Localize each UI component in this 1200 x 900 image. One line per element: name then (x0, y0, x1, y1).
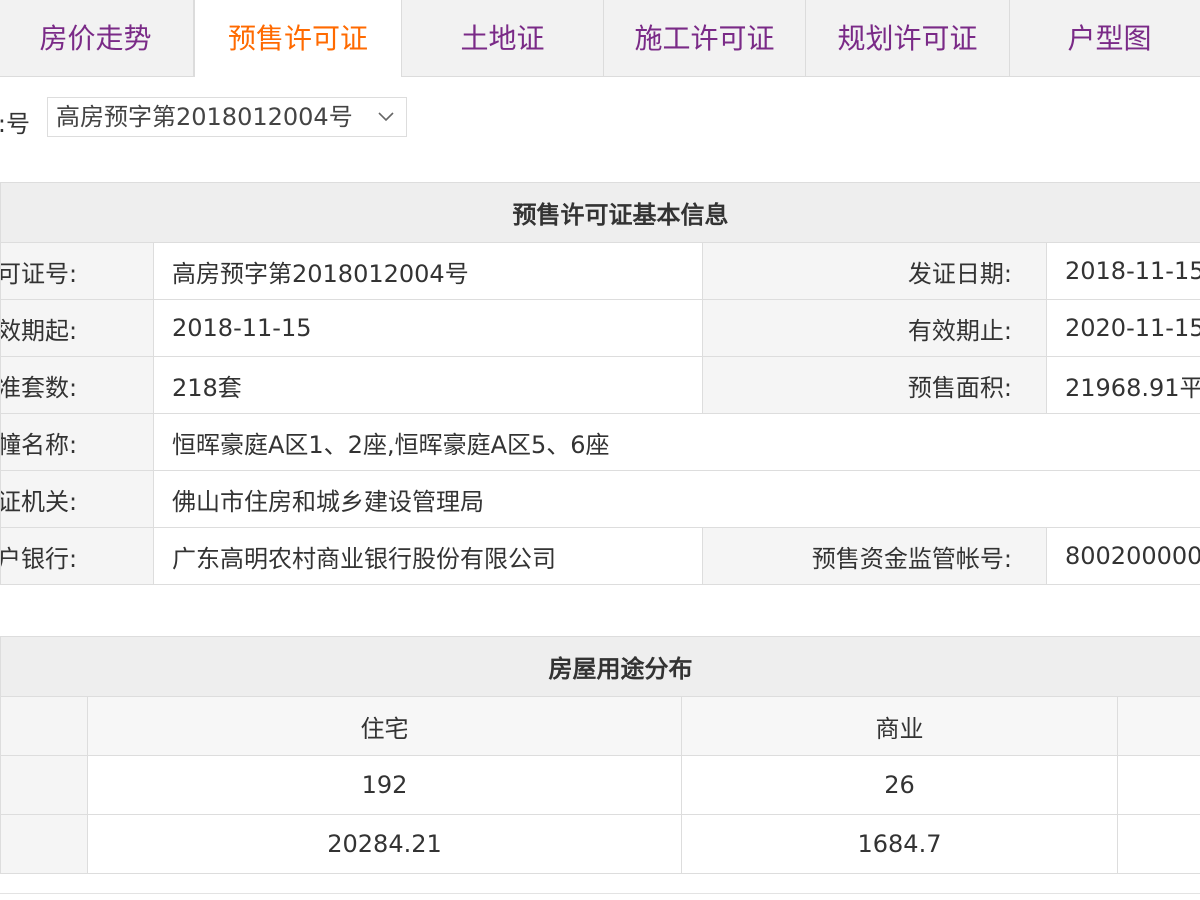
column-header-extra (1117, 696, 1200, 756)
residential-count: 192 (87, 755, 682, 815)
approved-units-label: 批准套数: (0, 356, 154, 414)
account-label: 预售资金监管帐号: (702, 527, 1047, 585)
table-row: 许可证号: 高房预字第2018012004号 发证日期: 2018-11-15 (0, 242, 1200, 300)
permit-select-value: 高房预字第2018012004号 (56, 103, 353, 131)
table-row: 售幢名称: 恒晖豪庭A区1、2座,恒晖豪庭A区5、6座 (0, 413, 1200, 471)
authority-value: 佛山市住房和城乡建设管理局 (153, 470, 1200, 528)
authority-label: 发证机关: (0, 470, 154, 528)
bank-value: 广东高明农村商业银行股份有限公司 (153, 527, 703, 585)
approved-units-value: 218套 (153, 356, 703, 414)
table-row: 开户银行: 广东高明农村商业银行股份有限公司 预售资金监管帐号: 8002000… (0, 527, 1200, 585)
valid-from-label: 有效期起: (0, 299, 154, 357)
column-header-commercial: 商业 (681, 696, 1118, 756)
permit-no-label: 许可证号: (0, 242, 154, 300)
tab-bar: 房价走势 预售许可证 土地证 施工许可证 规划许可证 户型图 (0, 0, 1200, 77)
table-row: 发证机关: 佛山市住房和城乡建设管理局 (0, 470, 1200, 528)
permit-no-value: 高房预字第2018012004号 (153, 242, 703, 300)
row-header (0, 696, 88, 756)
residential-area: 20284.21 (87, 814, 682, 874)
issue-date-label: 发证日期: (702, 242, 1047, 300)
housing-usage-table: 房屋用途分布 住宅 商业 192 26 20284.21 1684.7 (0, 636, 1200, 874)
tab-presale-permit[interactable]: 预售许可证 (194, 0, 402, 77)
buildings-label: 售幢名称: (0, 413, 154, 471)
commercial-area: 1684.7 (681, 814, 1118, 874)
buildings-value: 恒晖豪庭A区1、2座,恒晖豪庭A区5、6座 (153, 413, 1200, 471)
table-row: 192 26 (0, 755, 1200, 815)
presale-basic-info-table: 预售许可证基本信息 许可证号: 高房预字第2018012004号 发证日期: 2… (0, 182, 1200, 585)
column-header-residential: 住宅 (87, 696, 682, 756)
chevron-down-icon[interactable] (376, 98, 396, 148)
divider (0, 893, 1200, 894)
table-row: 批准套数: 218套 预售面积: 21968.91平 (0, 356, 1200, 414)
usage-title: 房屋用途分布 (0, 636, 1200, 697)
table-row: 有效期起: 2018-11-15 有效期止: 2020-11-15 (0, 299, 1200, 357)
basic-info-title: 预售许可证基本信息 (0, 182, 1200, 243)
extra-cell (1117, 755, 1200, 815)
tab-planning-permit[interactable]: 规划许可证 (806, 0, 1010, 76)
tab-floor-plan[interactable]: 户型图 (1010, 0, 1200, 76)
extra-cell (1117, 814, 1200, 874)
permit-number-select[interactable]: 高房预字第2018012004号 (47, 97, 407, 137)
commercial-count: 26 (681, 755, 1118, 815)
tab-land-certificate[interactable]: 土地证 (402, 0, 604, 76)
table-row: 20284.21 1684.7 (0, 814, 1200, 874)
valid-to-label: 有效期止: (702, 299, 1047, 357)
account-value: 800200000 (1046, 527, 1200, 585)
tab-construction-permit[interactable]: 施工许可证 (604, 0, 806, 76)
presale-area-label: 预售面积: (702, 356, 1047, 414)
valid-from-value: 2018-11-15 (153, 299, 703, 357)
presale-permit-page: 房价走势 预售许可证 土地证 施工许可证 规划许可证 户型图 号: 高房预字第2… (0, 0, 1200, 900)
row-header (0, 814, 88, 874)
permit-select-label: 号: (0, 110, 30, 138)
table-row: 住宅 商业 (0, 696, 1200, 756)
presale-area-value: 21968.91平 (1046, 356, 1200, 414)
tab-price-trend[interactable]: 房价走势 (0, 0, 194, 76)
bank-label: 开户银行: (0, 527, 154, 585)
issue-date-value: 2018-11-15 (1046, 242, 1200, 300)
valid-to-value: 2020-11-15 (1046, 299, 1200, 357)
row-header (0, 755, 88, 815)
